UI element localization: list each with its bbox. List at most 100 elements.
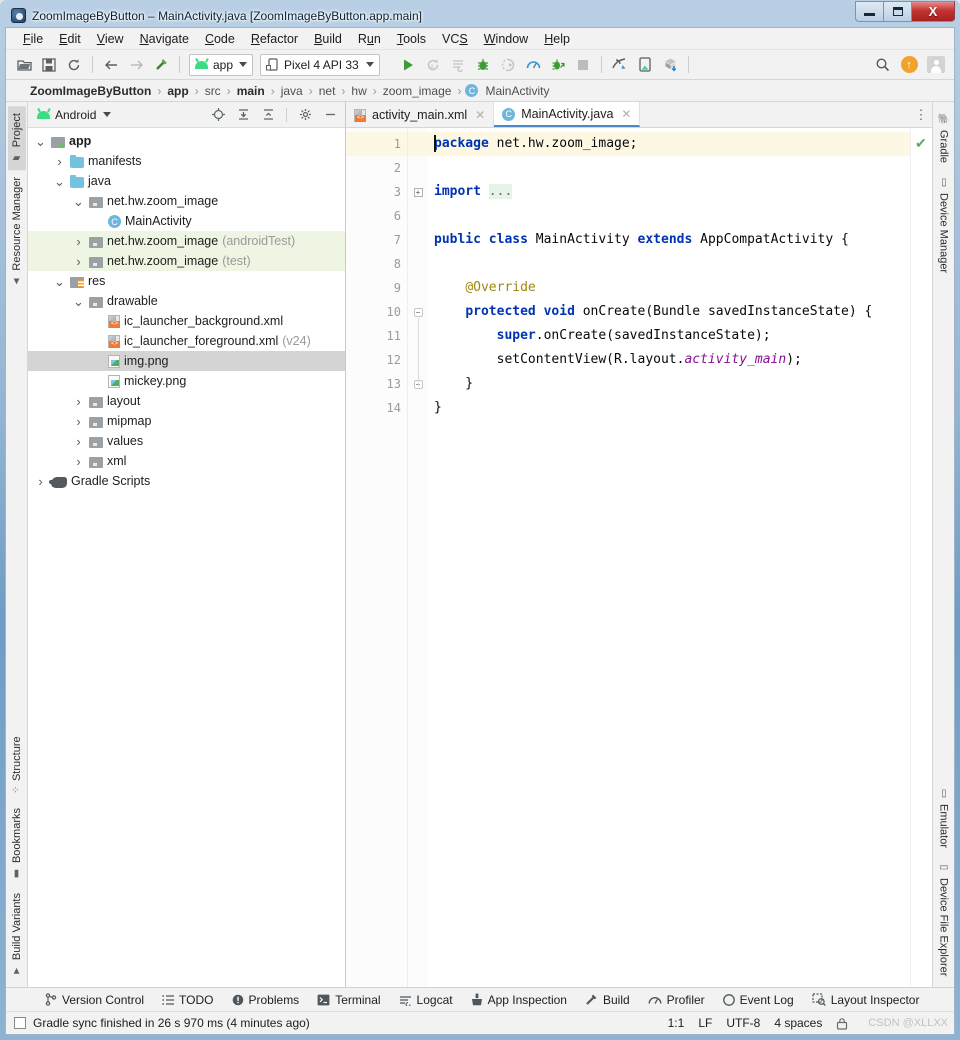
line-number[interactable]: 11 bbox=[346, 324, 407, 348]
line-number[interactable]: 10 bbox=[346, 300, 420, 324]
line-number[interactable]: 8 bbox=[346, 252, 407, 276]
avd-manager-icon[interactable] bbox=[633, 53, 657, 77]
tree-node[interactable]: C MainActivity bbox=[28, 211, 345, 231]
line-number[interactable]: 14 bbox=[346, 396, 407, 420]
code-line[interactable]: setContentView(R.layout.activity_main); bbox=[428, 348, 910, 372]
menu-refactor[interactable]: Refactor bbox=[244, 30, 305, 48]
project-tree[interactable]: ⌄ app › manifests ⌄ java ⌄ net.hw.zoom_image C Ma… bbox=[28, 128, 345, 987]
tool-window-button-app-inspection[interactable]: App Inspection bbox=[462, 988, 576, 1011]
close-icon[interactable]: ✕ bbox=[621, 107, 631, 121]
tool-window-button-profiler[interactable]: Profiler bbox=[639, 988, 714, 1011]
tree-node[interactable]: › net.hw.zoom_image (androidTest) bbox=[28, 231, 345, 251]
code-line[interactable] bbox=[428, 252, 910, 276]
breadcrumb-item-main[interactable]: main bbox=[235, 84, 267, 98]
menu-build[interactable]: Build bbox=[307, 30, 349, 48]
minimize-button[interactable] bbox=[855, 1, 883, 22]
line-number[interactable]: 13 bbox=[346, 372, 407, 396]
rail-tab-structure[interactable]: ⁘ Structure bbox=[8, 729, 26, 801]
line-number[interactable]: 9 bbox=[346, 276, 407, 300]
open-icon[interactable] bbox=[12, 53, 36, 77]
rail-tab-build-variants[interactable]: ▼ Build Variants bbox=[8, 886, 26, 983]
file-encoding[interactable]: UTF-8 bbox=[726, 1016, 760, 1030]
chevron-right-icon[interactable]: › bbox=[72, 395, 85, 408]
expand-fold-icon[interactable]: + bbox=[413, 187, 423, 197]
line-number-gutter[interactable]: 12367891011121314 bbox=[346, 128, 422, 987]
editor-options-icon[interactable]: ⋮ bbox=[910, 102, 932, 127]
line-number[interactable]: 7 bbox=[346, 228, 422, 252]
inspection-gutter[interactable]: ✔ bbox=[910, 128, 932, 987]
tool-window-button-logcat[interactable]: Logcat bbox=[390, 988, 462, 1011]
tree-node[interactable]: ⌄ app bbox=[28, 131, 345, 151]
gear-icon[interactable] bbox=[295, 105, 315, 125]
menu-view[interactable]: View bbox=[90, 30, 131, 48]
account-avatar[interactable] bbox=[924, 53, 948, 77]
chevron-right-icon[interactable]: › bbox=[72, 235, 85, 248]
apply-changes-icon[interactable]: A bbox=[421, 53, 445, 77]
menu-vcs[interactable]: VCS bbox=[435, 30, 475, 48]
rail-tab-bookmarks[interactable]: ▮ Bookmarks bbox=[8, 801, 26, 886]
chevron-down-icon[interactable] bbox=[103, 112, 112, 117]
code-line[interactable]: } bbox=[428, 372, 910, 396]
tool-window-button-build[interactable]: Build bbox=[576, 988, 639, 1011]
breadcrumb-item-app[interactable]: app bbox=[165, 84, 190, 98]
breadcrumb-item-java[interactable]: java bbox=[279, 84, 305, 98]
chevron-down-icon[interactable]: ⌄ bbox=[72, 295, 85, 308]
code-editor[interactable]: 12367891011121314 + package net.hw.zoom_… bbox=[346, 128, 932, 987]
tool-window-button-event-log[interactable]: Event Log bbox=[714, 988, 803, 1011]
chevron-right-icon[interactable]: › bbox=[72, 255, 85, 268]
rail-tab-resource-manager[interactable]: ▲ Resource Manager bbox=[8, 170, 26, 294]
profiler-icon[interactable] bbox=[521, 53, 545, 77]
back-icon[interactable] bbox=[99, 53, 123, 77]
collapse-all-icon[interactable] bbox=[258, 105, 278, 125]
expand-all-icon[interactable] bbox=[233, 105, 253, 125]
collapse-fold-icon[interactable] bbox=[413, 307, 423, 317]
tool-window-button-terminal[interactable]: Terminal bbox=[308, 988, 389, 1011]
tree-node[interactable]: › xml bbox=[28, 451, 345, 471]
select-opened-file-icon[interactable] bbox=[208, 105, 228, 125]
menu-window[interactable]: Window bbox=[477, 30, 535, 48]
line-number[interactable]: 3 bbox=[346, 180, 407, 204]
chevron-right-icon[interactable]: › bbox=[72, 435, 85, 448]
line-number[interactable]: 1 bbox=[346, 132, 407, 156]
update-button[interactable]: ↑ bbox=[897, 53, 921, 77]
code-line[interactable]: protected void onCreate(Bundle savedInst… bbox=[428, 300, 910, 324]
breadcrumb-item-net[interactable]: net bbox=[317, 84, 338, 98]
breadcrumb-item-mainactivity[interactable]: MainActivity bbox=[483, 84, 551, 98]
rail-tab-emulator[interactable]: ▯ Emulator bbox=[935, 781, 953, 855]
code-line[interactable]: import ... bbox=[428, 180, 910, 204]
menu-code[interactable]: Code bbox=[198, 30, 242, 48]
code-line[interactable] bbox=[428, 156, 910, 180]
module-selector[interactable]: app bbox=[189, 53, 253, 76]
apply-code-changes-icon[interactable] bbox=[446, 53, 470, 77]
debug-icon[interactable] bbox=[471, 53, 495, 77]
lock-icon[interactable] bbox=[836, 1017, 848, 1030]
tree-node[interactable]: › values bbox=[28, 431, 345, 451]
run-icon[interactable] bbox=[396, 53, 420, 77]
project-view-selector[interactable]: Android bbox=[55, 108, 96, 122]
chevron-down-icon[interactable]: ⌄ bbox=[53, 275, 66, 288]
tree-node[interactable]: ⌄ net.hw.zoom_image bbox=[28, 191, 345, 211]
line-number[interactable]: 2 bbox=[346, 156, 407, 180]
tree-node[interactable]: › mipmap bbox=[28, 411, 345, 431]
tree-node[interactable]: ic_launcher_background.xml bbox=[28, 311, 345, 331]
save-all-icon[interactable] bbox=[37, 53, 61, 77]
inspection-ok-icon[interactable]: ✔ bbox=[915, 135, 927, 152]
chevron-down-icon[interactable]: ⌄ bbox=[72, 195, 85, 208]
caret-position[interactable]: 1:1 bbox=[668, 1016, 685, 1030]
hide-panel-icon[interactable] bbox=[320, 105, 340, 125]
breadcrumb-item-project[interactable]: ZoomImageByButton bbox=[28, 84, 153, 98]
line-separator[interactable]: LF bbox=[698, 1016, 712, 1030]
chevron-right-icon[interactable]: › bbox=[72, 415, 85, 428]
tree-node[interactable]: img.png bbox=[28, 351, 345, 371]
stop-icon[interactable] bbox=[571, 53, 595, 77]
close-icon[interactable]: ✕ bbox=[475, 108, 485, 122]
tree-node[interactable]: › manifests bbox=[28, 151, 345, 171]
forward-icon[interactable] bbox=[124, 53, 148, 77]
line-number[interactable]: 6 bbox=[346, 204, 407, 228]
breadcrumb-item-src[interactable]: src bbox=[203, 84, 223, 98]
code-line[interactable]: super.onCreate(savedInstanceState); bbox=[428, 324, 910, 348]
line-number[interactable]: 12 bbox=[346, 348, 407, 372]
tree-node[interactable]: ⌄ java bbox=[28, 171, 345, 191]
gradle-sync-icon[interactable] bbox=[658, 53, 682, 77]
menu-run[interactable]: Run bbox=[351, 30, 388, 48]
